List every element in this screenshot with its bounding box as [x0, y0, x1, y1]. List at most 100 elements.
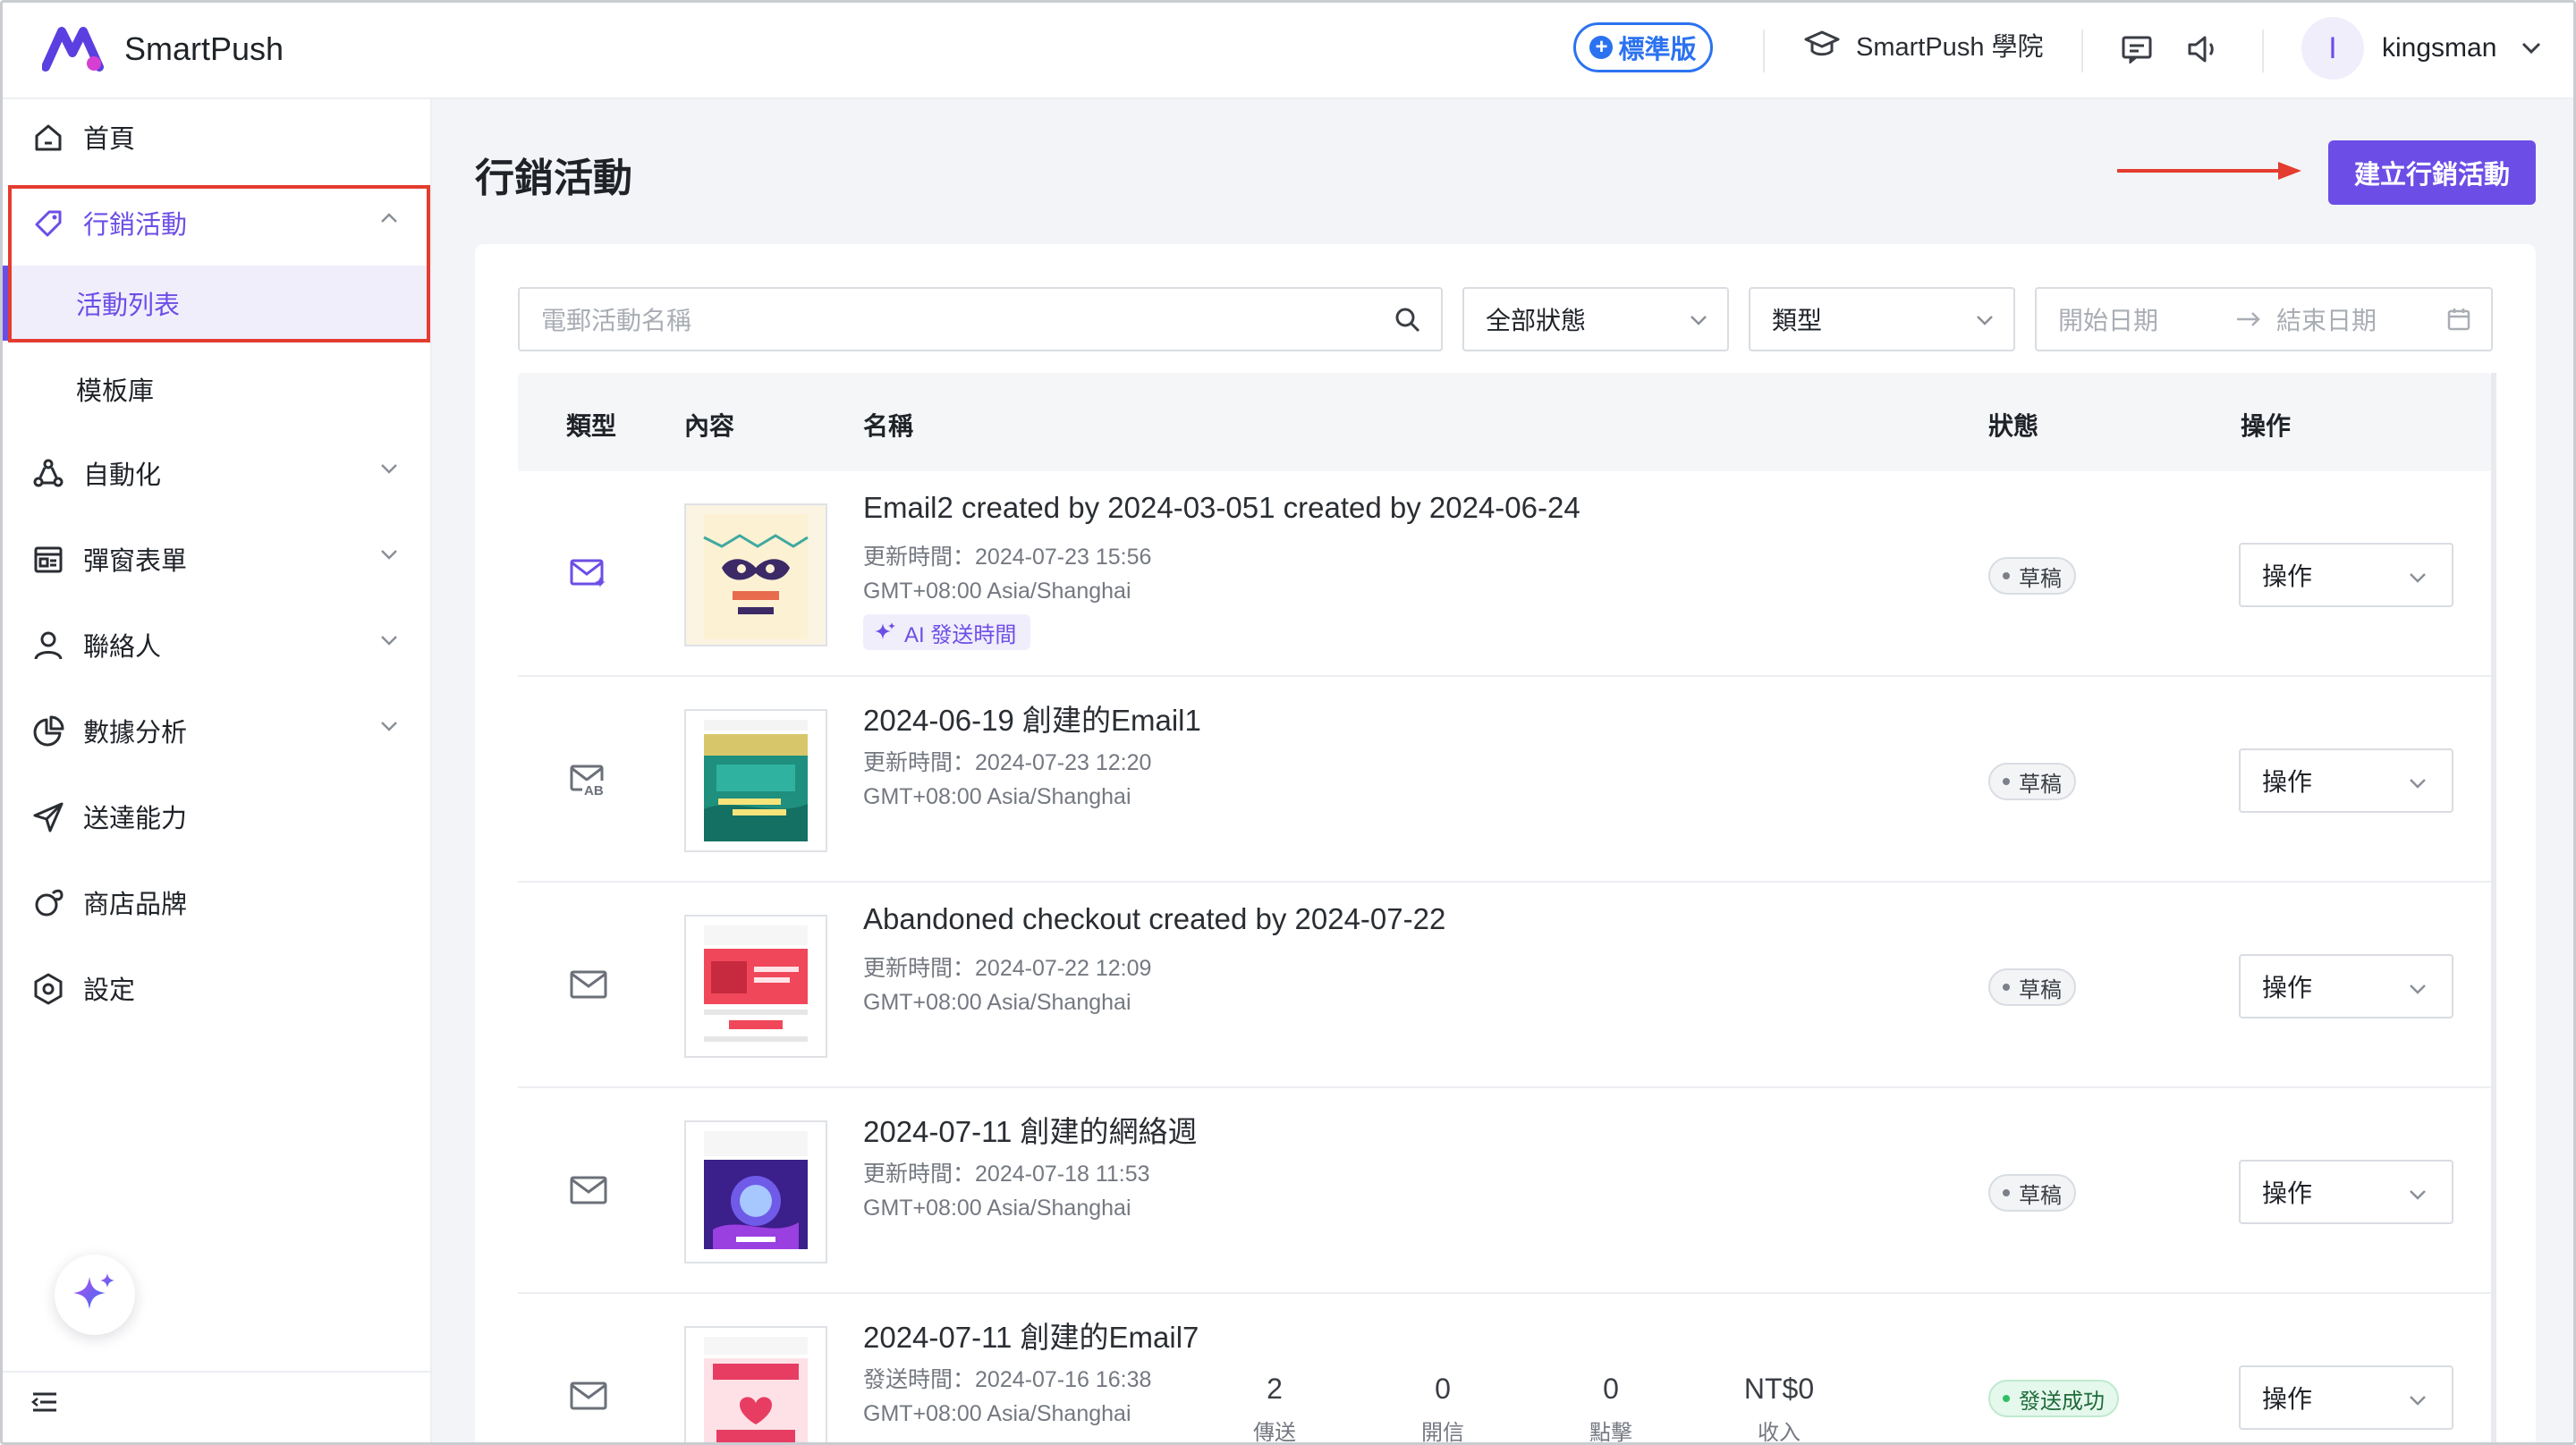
- sidebar-item-analytics[interactable]: 數據分析: [3, 695, 432, 766]
- sidebar-item-popup-forms[interactable]: 彈窗表單: [3, 523, 432, 595]
- brand-icon: [35, 889, 64, 917]
- header-divider: [2081, 30, 2083, 72]
- email-thumbnail[interactable]: [684, 503, 827, 646]
- metric-label: 點擊: [1589, 1421, 1632, 1445]
- type-select[interactable]: 類型: [1749, 287, 2015, 351]
- sidebar-subitem-campaign-list[interactable]: 活動列表: [3, 266, 432, 341]
- sidebar-item-home[interactable]: 首頁: [3, 101, 432, 173]
- type-select-value: 類型: [1772, 307, 1823, 334]
- email-thumbnail[interactable]: [684, 915, 827, 1058]
- status-dot: [2003, 778, 2010, 785]
- sidebar-item-label: 商店品牌: [83, 891, 188, 919]
- sidebar-item-label: 彈窗表單: [83, 547, 188, 576]
- action-label: 操作: [2262, 1179, 2313, 1207]
- ai-tag-label: AI 發送時間: [904, 622, 1017, 647]
- column-header-content: 內容: [684, 412, 735, 440]
- action-select[interactable]: 操作: [2239, 748, 2453, 813]
- column-header-type: 類型: [566, 412, 617, 440]
- sidebar-item-deliverability[interactable]: 送達能力: [3, 781, 432, 852]
- status-dot: [2003, 984, 2010, 991]
- app-window: SmartPush + 標準版 SmartPush 學院 I kingsman …: [0, 0, 2576, 1445]
- message-icon[interactable]: [2115, 28, 2158, 71]
- campaign-timezone: GMT+08:00 Asia/Shanghai: [863, 579, 1131, 604]
- brand[interactable]: SmartPush: [42, 22, 284, 76]
- sidebar-subitem-template-library[interactable]: 模板庫: [3, 351, 432, 427]
- menu-collapse-icon[interactable]: [31, 1390, 58, 1414]
- status-badge: 草稿: [1988, 1174, 2076, 1212]
- status-label: 發送成功: [2019, 1389, 2105, 1414]
- metric-revenue: NT$0 收入: [1725, 1373, 1833, 1445]
- page-title: 行銷活動: [475, 156, 632, 200]
- action-select[interactable]: 操作: [2239, 1160, 2453, 1224]
- email-thumbnail[interactable]: [684, 1120, 827, 1263]
- email-ai-icon: [570, 559, 606, 587]
- time-value: 2024-07-23 12:20: [975, 750, 1152, 775]
- sidebar-item-campaigns[interactable]: 行銷活動: [3, 187, 432, 258]
- plan-badge-label: 標準版: [1618, 36, 1697, 64]
- header-divider: [1763, 30, 1765, 72]
- svg-text:AB: AB: [584, 783, 604, 797]
- ab-test-icon: AB: [570, 765, 607, 797]
- sidebar-item-label: 活動列表: [76, 292, 181, 320]
- automation-icon: [33, 459, 64, 487]
- speaker-icon[interactable]: [2182, 28, 2224, 71]
- create-campaign-button[interactable]: 建立行銷活動: [2328, 140, 2536, 205]
- metric-label: 收入: [1758, 1421, 1801, 1445]
- status-badge: 草稿: [1988, 763, 2076, 800]
- status-dot: [2003, 1189, 2010, 1196]
- action-label: 操作: [2262, 768, 2313, 796]
- sidebar-item-contacts[interactable]: 聯絡人: [3, 609, 432, 680]
- table-row[interactable]: 2024-07-11 創建的網絡週 更新時間：2024-07-18 11:53 …: [518, 1088, 2493, 1294]
- table-row[interactable]: Email2 created by 2024-03-051 created by…: [518, 471, 2493, 677]
- action-label: 操作: [2262, 1385, 2313, 1413]
- academy-label: SmartPush 學院: [1856, 33, 2044, 62]
- home-icon: [35, 124, 62, 151]
- table-row[interactable]: Abandoned checkout created by 2024-07-22…: [518, 883, 2493, 1088]
- campaign-time: 更新時間：2024-07-18 11:53: [863, 1156, 1150, 1188]
- sidebar-item-automation[interactable]: 自動化: [3, 437, 432, 509]
- campaign-name[interactable]: 2024-07-11 創建的Email7: [863, 1314, 1199, 1356]
- sidebar-item-store-brand[interactable]: 商店品牌: [3, 866, 432, 938]
- campaign-list-card: 電郵活動名稱 全部狀態 類型 開始日期 結束日期 類型 內容 名稱 狀態 操作 …: [475, 244, 2536, 1445]
- campaign-name[interactable]: Abandoned checkout created by 2024-07-22: [863, 902, 1445, 936]
- campaign-timezone: GMT+08:00 Asia/Shanghai: [863, 1401, 1131, 1426]
- ai-assistant-button[interactable]: [55, 1255, 135, 1335]
- action-label: 操作: [2262, 562, 2313, 590]
- user-menu[interactable]: I kingsman: [2301, 17, 2541, 80]
- time-value: 2024-07-22 12:09: [975, 956, 1152, 981]
- ai-send-time-tag: AI 發送時間: [863, 614, 1031, 650]
- metric-sent: 2 傳送: [1221, 1373, 1328, 1442]
- action-select[interactable]: 操作: [2239, 954, 2453, 1018]
- table-row[interactable]: AB 2024-06-19 創建的Email1 更新時間：2024-07-23 …: [518, 677, 2493, 883]
- email-thumbnail[interactable]: [684, 1326, 827, 1442]
- metric-value: NT$0: [1743, 1373, 1815, 1405]
- date-range-picker[interactable]: 開始日期 結束日期: [2035, 287, 2493, 351]
- table-row[interactable]: 2024-07-11 創建的Email7 發送時間：2024-07-16 16:…: [518, 1294, 2493, 1445]
- sidebar: 首頁 行銷活動 活動列表 模板庫 自動化 彈窗表單 聯絡人 數據分析 送達能力 …: [3, 99, 432, 1442]
- metric-value: 0: [1603, 1373, 1619, 1405]
- chevron-down-icon: [381, 550, 397, 560]
- academy-link[interactable]: SmartPush 學院: [1804, 26, 2044, 63]
- sidebar-item-settings[interactable]: 設定: [3, 952, 432, 1024]
- metric-value: 2: [1267, 1373, 1283, 1405]
- column-header-actions: 操作: [2241, 412, 2292, 440]
- username: kingsman: [2382, 33, 2497, 63]
- campaign-name[interactable]: 2024-06-19 創建的Email1: [863, 697, 1201, 739]
- action-select[interactable]: 操作: [2239, 1365, 2453, 1430]
- avatar: I: [2301, 17, 2364, 80]
- chevron-down-icon: [2410, 984, 2426, 994]
- email-icon: [570, 1382, 607, 1410]
- time-label: 更新時間：: [863, 750, 976, 775]
- sidebar-item-label: 聯絡人: [83, 633, 162, 662]
- plan-badge[interactable]: + 標準版: [1573, 22, 1713, 72]
- status-select[interactable]: 全部狀態: [1462, 287, 1729, 351]
- email-thumbnail[interactable]: [684, 709, 827, 852]
- chevron-down-icon: [381, 722, 397, 731]
- table-scroll-shadow: [2491, 373, 2496, 1442]
- campaign-name[interactable]: 2024-07-11 創建的網絡週: [863, 1108, 1198, 1151]
- action-select[interactable]: 操作: [2239, 543, 2453, 607]
- top-header: SmartPush + 標準版 SmartPush 學院 I kingsman: [3, 3, 2573, 99]
- search-input[interactable]: 電郵活動名稱: [518, 287, 1443, 351]
- campaign-name[interactable]: Email2 created by 2024-03-051 created by…: [863, 491, 1580, 525]
- column-header-name: 名稱: [863, 412, 914, 440]
